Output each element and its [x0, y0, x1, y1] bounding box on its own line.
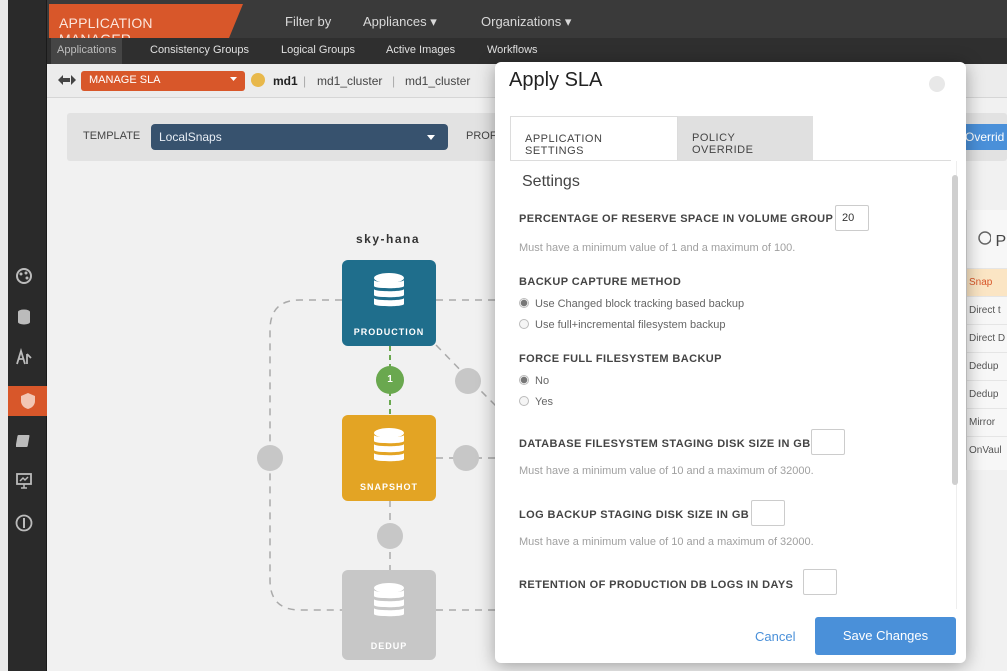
radio-selected-icon: [519, 298, 529, 308]
db-staging-label: DATABASE FILESYSTEM STAGING DISK SIZE IN…: [519, 438, 811, 450]
force-no-radio[interactable]: No: [519, 375, 549, 387]
save-changes-button[interactable]: Save Changes: [815, 617, 956, 655]
force-yes-label: Yes: [535, 396, 553, 408]
database-icon: [373, 427, 405, 467]
log-staging-label: LOG BACKUP STAGING DISK SIZE IN GB: [519, 509, 750, 521]
policy-row[interactable]: Direct t: [967, 296, 1007, 324]
capture-method-label: BACKUP CAPTURE METHOD: [519, 276, 682, 288]
app-title[interactable]: APPLICATION MANAGER: [49, 4, 243, 47]
production-node[interactable]: PRODUCTION: [342, 260, 436, 346]
workflow-junction: [455, 368, 481, 394]
policy-row[interactable]: Dedup: [967, 380, 1007, 408]
profile-label: PROF: [466, 130, 497, 142]
dashboard-icon[interactable]: [14, 266, 34, 286]
manage-sla-dropdown[interactable]: MANAGE SLA: [81, 71, 245, 91]
force-full-label: FORCE FULL FILESYSTEM BACKUP: [519, 353, 722, 365]
workflow-connector: [269, 299, 342, 611]
reserve-space-hint: Must have a minimum value of 1 and a max…: [519, 242, 796, 254]
template-label: TEMPLATE: [83, 130, 141, 142]
radio-empty-icon: [519, 396, 529, 406]
node-label: PRODUCTION: [353, 327, 425, 337]
force-yes-radio[interactable]: Yes: [519, 396, 553, 408]
workflow-junction: [453, 445, 479, 471]
capture-cbt-label: Use Changed block tracking based backup: [535, 298, 745, 310]
app-status-icon: [251, 73, 265, 87]
workflow-junction: [257, 445, 283, 471]
database-icon[interactable]: [14, 307, 34, 327]
host-name: sky-hana: [356, 232, 421, 246]
app-name: md1: [273, 74, 298, 88]
template-value: LocalSnaps: [159, 130, 222, 144]
retention-label: RETENTION OF PRODUCTION DB LOGS IN DAYS: [519, 579, 794, 591]
filter-by-label: Filter by: [285, 14, 332, 29]
crumb-separator: |: [303, 74, 307, 88]
crumb-separator: |: [392, 74, 396, 88]
policy-row[interactable]: Mirror: [967, 408, 1007, 436]
info-icon[interactable]: [14, 513, 34, 533]
override-button[interactable]: Overrid: [961, 124, 1007, 150]
policy-row[interactable]: Dedup: [967, 352, 1007, 380]
capture-full-label: Use full+incremental filesystem backup: [535, 319, 726, 331]
manage-sla-label: MANAGE SLA: [89, 74, 161, 86]
tab-application-settings[interactable]: APPLICATION SETTINGS: [510, 116, 678, 160]
radio-empty-icon: [519, 319, 529, 329]
workflow-junction: [377, 523, 403, 549]
settings-heading: Settings: [522, 173, 580, 190]
organizations-filter[interactable]: Organizations ▾: [481, 14, 571, 30]
back-arrows-icon[interactable]: [57, 73, 77, 92]
db-staging-hint: Must have a minimum value of 10 and a ma…: [519, 465, 814, 477]
tab-policy-override[interactable]: POLICY OVERRIDE: [678, 116, 813, 160]
rail-edge: [0, 0, 8, 671]
policy-panel: P Snap Direct t Direct D Dedup Dedup Mir…: [966, 210, 1007, 470]
tab-active-images[interactable]: Active Images: [386, 44, 455, 56]
tab-logical-groups[interactable]: Logical Groups: [281, 44, 355, 56]
workflow-connector: [435, 344, 501, 411]
cancel-button[interactable]: Cancel: [755, 629, 795, 644]
dialog-title: Apply SLA: [509, 69, 603, 91]
cluster-name: md1_cluster: [317, 74, 383, 88]
policy-row[interactable]: OnVaul: [967, 436, 1007, 464]
log-staging-input[interactable]: [751, 500, 785, 526]
dedup-node[interactable]: DEDUP: [342, 570, 436, 660]
settings-scroll-area[interactable]: Settings PERCENTAGE OF RESERVE SPACE IN …: [505, 161, 957, 609]
tab-consistency-groups[interactable]: Consistency Groups: [150, 44, 249, 56]
database-icon: [373, 582, 405, 622]
template-select[interactable]: LocalSnaps: [151, 124, 448, 150]
capture-full-radio[interactable]: Use full+incremental filesystem backup: [519, 319, 725, 331]
appliances-filter[interactable]: Appliances ▾: [363, 14, 437, 30]
tab-workflows[interactable]: Workflows: [487, 44, 538, 56]
radio-selected-icon: [519, 375, 529, 385]
retention-input[interactable]: [803, 569, 837, 595]
policy-row[interactable]: Snap: [967, 268, 1007, 296]
search-icon: [977, 231, 995, 250]
left-nav-rail: [0, 0, 47, 671]
node-label: DEDUP: [370, 641, 408, 651]
chevron-down-icon: [229, 74, 238, 86]
report-book-icon[interactable]: [14, 431, 34, 451]
cluster-name-2: md1_cluster: [405, 74, 471, 88]
policy-panel-heading: P: [977, 230, 1006, 251]
scrollbar[interactable]: [952, 175, 958, 485]
policy-panel-title: P: [995, 233, 1007, 250]
chevron-down-icon: [426, 131, 436, 145]
log-staging-hint: Must have a minimum value of 10 and a ma…: [519, 536, 814, 548]
apply-sla-dialog: Apply SLA APPLICATION SETTINGS POLICY OV…: [495, 62, 966, 663]
workflow-icon[interactable]: [14, 347, 34, 367]
tab-applications[interactable]: Applications: [51, 38, 123, 64]
sla-shield-icon[interactable]: [8, 386, 47, 416]
database-icon: [373, 272, 405, 312]
policy-row[interactable]: Direct D: [967, 324, 1007, 352]
monitor-icon[interactable]: [14, 471, 34, 491]
top-bar: APPLICATION MANAGER Filter by Appliances…: [47, 0, 1007, 47]
step-badge[interactable]: 1: [376, 366, 404, 394]
db-staging-input[interactable]: [811, 429, 845, 455]
snapshot-node[interactable]: SNAPSHOT: [342, 415, 436, 501]
force-no-label: No: [535, 375, 550, 387]
close-icon[interactable]: [929, 76, 945, 92]
capture-cbt-radio[interactable]: Use Changed block tracking based backup: [519, 298, 744, 310]
main-tabs: Applications Consistency Groups Logical …: [47, 38, 1007, 64]
reserve-space-input[interactable]: 20: [835, 205, 869, 231]
node-label: SNAPSHOT: [359, 482, 418, 492]
reserve-space-label: PERCENTAGE OF RESERVE SPACE IN VOLUME GR…: [519, 213, 834, 225]
